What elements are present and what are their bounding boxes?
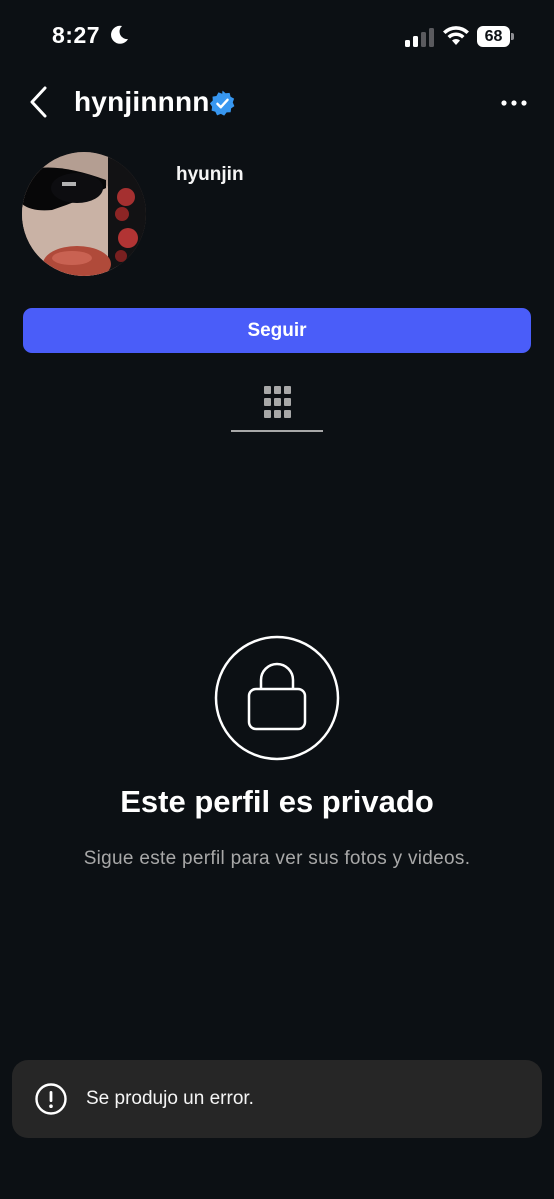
- lock-icon: [214, 635, 340, 761]
- verified-icon: [209, 90, 235, 116]
- private-title: Este perfil es privado: [120, 784, 434, 819]
- wifi-icon: [443, 26, 469, 45]
- alert-icon: [35, 1083, 67, 1115]
- battery-level: 68: [484, 28, 503, 45]
- battery-icon: 68: [477, 26, 515, 47]
- more-icon[interactable]: [494, 86, 534, 120]
- moon-icon: [111, 25, 128, 44]
- grid-icon: [264, 386, 291, 418]
- toast-message: Se produjo un error.: [86, 1088, 254, 1109]
- error-toast[interactable]: Se produjo un error.: [12, 1060, 542, 1138]
- private-subtitle: Sigue este perfil para ver sus fotos y v…: [83, 848, 471, 869]
- avatar[interactable]: [22, 152, 146, 276]
- tab-underline: [231, 430, 323, 432]
- profile-header: hynjinnnn: [0, 78, 554, 128]
- tab-grid[interactable]: [231, 378, 323, 434]
- display-name: hyunjin: [176, 164, 244, 185]
- back-icon[interactable]: [22, 84, 58, 120]
- signal-icon: [405, 28, 434, 47]
- profile-username: hynjinnnn: [74, 86, 210, 117]
- avatar-photo: [22, 152, 146, 276]
- follow-button[interactable]: Seguir: [23, 308, 531, 353]
- status-time: 8:27: [52, 22, 101, 48]
- battery-cap: [511, 33, 514, 40]
- status-bar: 8:27 68: [0, 0, 554, 72]
